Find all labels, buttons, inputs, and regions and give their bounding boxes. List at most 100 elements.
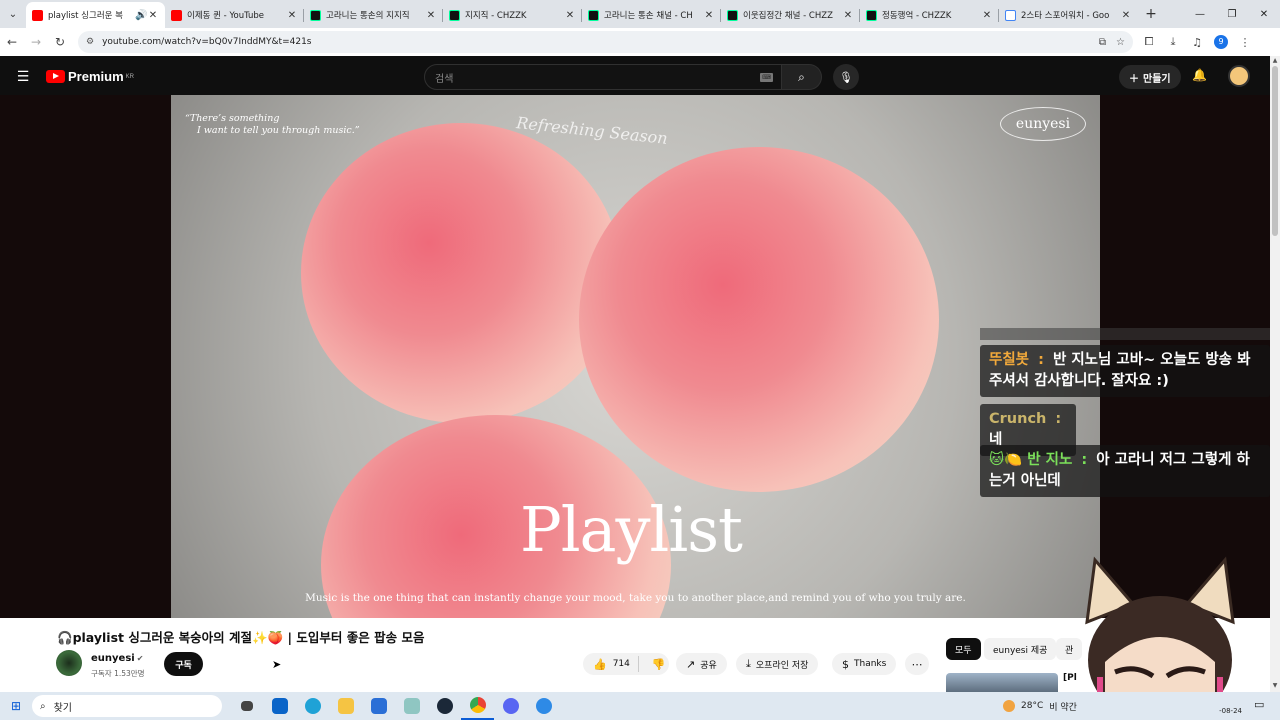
windows-start-icon[interactable]: ⊞ [0,699,32,713]
tab-close-icon[interactable]: ✕ [286,10,298,21]
steam-icon[interactable] [428,692,461,720]
youtube-favicon-icon [171,9,182,21]
taskbar-search-label: 찾기 [53,702,73,714]
install-app-icon[interactable]: ⧉ [1099,37,1106,48]
youtube-logo[interactable]: Premium KR [46,69,134,84]
tab-8[interactable]: 2스타 스포어워치 - Goo ✕ [999,2,1138,28]
store-icon[interactable] [362,692,395,720]
keyboard-icon[interactable]: ⌨ [760,73,773,82]
channel-name[interactable]: eunyesi ✔ [91,653,143,664]
close-window-icon[interactable]: ✕ [1248,0,1280,28]
tab-close-icon[interactable]: ✕ [1120,10,1132,21]
logo-region: KR [125,73,134,80]
scroll-up-icon[interactable]: ▲ [1271,57,1279,64]
tab-close-icon[interactable]: ✕ [842,10,854,21]
search-input[interactable]: 검색 ⌨ [424,64,782,90]
tab-close-icon[interactable]: ✕ [703,10,715,21]
scroll-down-icon[interactable]: ▼ [1271,682,1279,689]
tab-close-icon[interactable]: ✕ [564,10,576,21]
voice-search-button[interactable]: 🎙 [833,64,859,90]
like-count: 714 [612,659,630,669]
thanks-button[interactable]: $ Thanks [832,653,897,675]
taskbar-apps [230,692,560,720]
back-icon[interactable]: ← [0,30,24,54]
media-control-icon[interactable]: ♫ [1185,36,1209,49]
task-view-icon[interactable] [230,692,263,720]
like-button[interactable]: 👍 714 [583,656,639,672]
create-button[interactable]: ＋ 만들기 [1119,65,1181,89]
like-dislike-group: 👍 714 👎 [583,653,669,675]
extensions-icon[interactable]: ⧠ [1137,35,1161,49]
bookmark-star-icon[interactable]: ☆ [1116,37,1125,48]
discord-icon[interactable] [494,692,527,720]
search-placeholder: 검색 [435,73,454,85]
minimize-icon[interactable]: — [1184,0,1216,28]
outlook-icon[interactable] [263,692,296,720]
more-actions-button[interactable]: ⋯ [905,653,929,675]
tab-close-icon[interactable]: ✕ [425,10,437,21]
video-overlay-caption: Music is the one thing that can instantl… [305,592,966,604]
tab-1[interactable]: playlist 싱그러운 복 🔊 ✕ [26,2,165,28]
tab-close-icon[interactable]: ✕ [981,10,993,21]
video-player[interactable]: “There’s something I want to tell you th… [171,95,1100,618]
weather-text[interactable]: 비 약간 [1049,700,1077,713]
browser-menu-icon[interactable]: ⋮ [1233,36,1257,49]
account-avatar[interactable] [1228,65,1250,87]
windows-taskbar: ⊞ ⌕ 찾기 28°C 비 약간 -08-24 ▭ [0,692,1280,720]
chzzk-favicon-icon [588,9,599,21]
scrollbar-thumb[interactable] [1272,66,1278,236]
profile-avatar[interactable]: 9 [1214,35,1228,49]
reload-icon[interactable]: ↻ [48,30,72,54]
search-button[interactable]: ⌕ [782,64,822,90]
edge-icon[interactable] [296,692,329,720]
chzzk-favicon-icon [866,9,877,21]
tab-close-icon[interactable]: ✕ [147,10,159,21]
tab-audio-icon[interactable]: 🔊 [135,10,147,21]
chip-channel[interactable]: eunyesi 제공 [984,638,1057,660]
window-controls: — ❐ ✕ [1184,0,1280,28]
hamburger-menu-icon[interactable]: ☰ [0,69,46,85]
quote-line-2: I want to tell you through music.” [197,125,360,136]
tab-7[interactable]: 정동행억 - CHZZK ✕ [860,2,999,28]
notification-icon[interactable]: ▭ [1254,698,1264,711]
share-button[interactable]: ↗ 공유 [676,653,727,675]
address-field[interactable]: ⚙ youtube.com/watch?v=bQ0v7InddMY&t=421s… [78,31,1133,53]
chat-overlay: 뚜칠봇 : 반 지노님 고바~ 오늘도 방송 봐주셔서 감사합니다. 잘자요 :… [980,328,1270,504]
page-scrollbar[interactable]: ▲ ▼ [1270,56,1280,692]
tab-search-icon[interactable]: ⌄ [0,0,26,28]
clock-date: -08-24 [1219,707,1242,715]
download-button[interactable]: ⤓ 오프라인 저장 [736,653,819,675]
subscribe-button[interactable]: 구독 [164,652,203,676]
download-label: 오프라인 저장 [755,660,809,671]
tab-6[interactable]: 이웃집정간 채널 - CHZZ ✕ [721,2,860,28]
chat-previous-message [980,328,1270,340]
tab-2[interactable]: 이제동 퀸 - YouTube ✕ [165,2,304,28]
app-icon[interactable] [527,692,560,720]
video-overlay-title: Playlist [520,493,743,566]
chat-nickname: Crunch [989,411,1047,427]
tab-4[interactable]: 지지직 - CHZZK ✕ [443,2,582,28]
channel-avatar[interactable] [56,650,82,676]
file-explorer-icon[interactable] [329,692,362,720]
app-icon[interactable] [395,692,428,720]
downloads-icon[interactable]: ⤓ [1161,35,1185,49]
restore-icon[interactable]: ❐ [1216,0,1248,28]
tab-title: 고라니는 통손 채널 - CH [604,11,693,21]
recommended-thumbnail[interactable] [946,673,1058,693]
chat-message: 🐱🍋 반 지노 : 아 고라니 저그 그렇게 하는거 아닌데 [980,445,1270,497]
mouse-cursor-icon: ➤ [272,658,282,671]
site-info-icon[interactable]: ⚙ [86,37,94,47]
forward-icon[interactable]: → [24,30,48,54]
taskbar-clock[interactable]: -08-24 [1208,696,1242,716]
tab-3[interactable]: 고라니는 통손의 지지직 ✕ [304,2,443,28]
tab-5[interactable]: 고라니는 통손 채널 - CH ✕ [582,2,721,28]
chrome-icon[interactable] [461,692,494,720]
chip-all[interactable]: 모두 [946,638,981,660]
dislike-button[interactable]: 👎 [644,658,674,671]
temperature[interactable]: 28°C [1021,701,1043,711]
new-tab-icon[interactable]: + [1140,6,1162,22]
chzzk-favicon-icon [449,9,460,21]
notifications-bell-icon[interactable]: 🔔 [1192,68,1207,82]
taskbar-search[interactable]: ⌕ 찾기 [32,695,222,717]
weather-icon[interactable] [1003,700,1015,712]
